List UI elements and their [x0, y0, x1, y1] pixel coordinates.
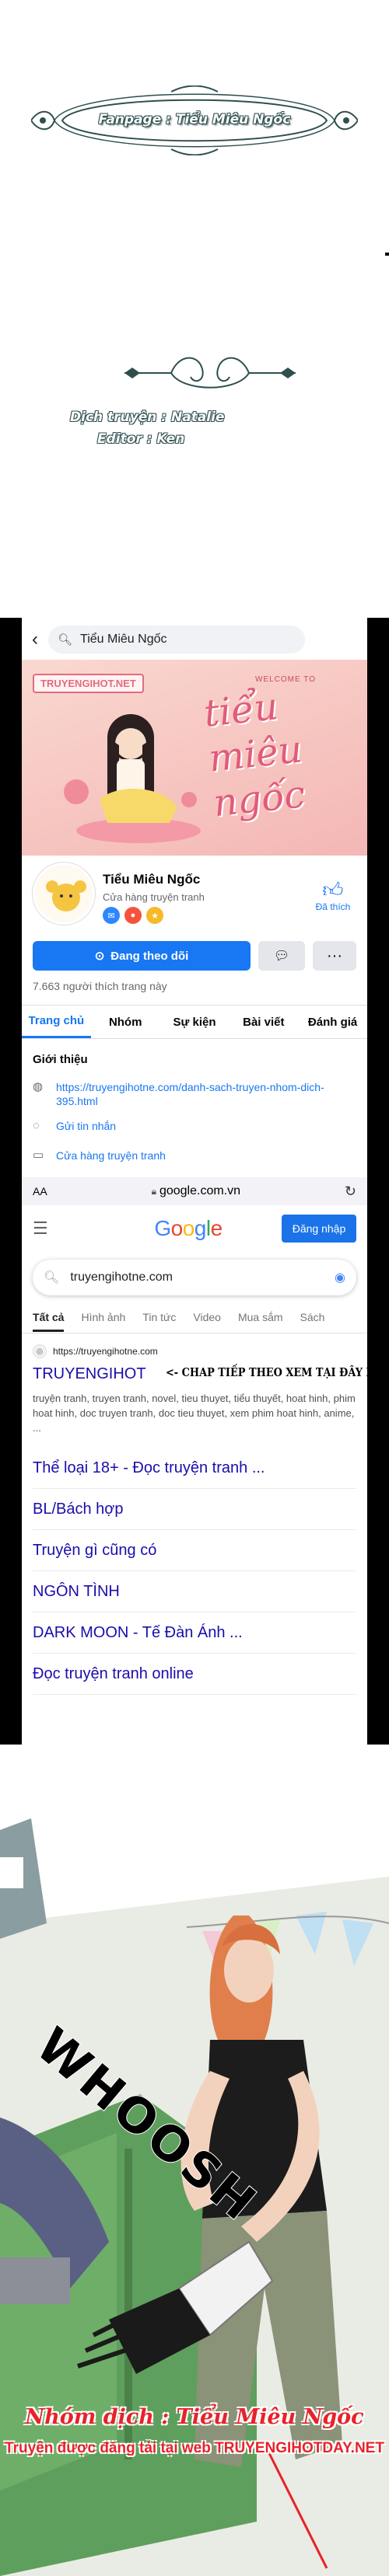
sitelink-item[interactable]: DARK MOON - Tế Đàn Ánh ... — [33, 1612, 356, 1654]
likes-count: 7.663 người thích trang này — [33, 980, 167, 992]
page-name: Tiểu Miêu Ngốc — [103, 872, 201, 887]
intro-category-link[interactable]: Cửa hàng truyện tranh — [56, 1149, 166, 1163]
globe-icon: ◍ — [33, 1080, 44, 1093]
google-signin-button[interactable]: Đăng nhập — [282, 1215, 356, 1243]
rss-icon: ⊙ — [94, 950, 105, 963]
google-result-tabs: Tất cả Hình ảnh Tin tức Video Mua sắm Sá… — [33, 1311, 324, 1332]
tab-posts[interactable]: Bài viết — [229, 1006, 298, 1038]
intro-heading: Giới thiệu — [33, 1053, 88, 1066]
fire-badge-icon: ● — [124, 907, 142, 924]
result-snippet: truyện tranh, truyen tranh, novel, tieu … — [33, 1393, 356, 1434]
tab-all[interactable]: Tất cả — [33, 1311, 65, 1332]
hamburger-menu-icon[interactable]: ☰ — [33, 1218, 79, 1239]
thumbs-up-icon: 👍︎ — [322, 878, 344, 901]
intro-message-link[interactable]: Gửi tin nhắn — [56, 1119, 116, 1133]
liked-label: Đã thích — [315, 901, 351, 912]
intro-website-link[interactable]: https://truyengihotne.com/danh-sach-truy… — [56, 1080, 359, 1108]
tab-video[interactable]: Video — [193, 1311, 221, 1332]
reload-icon[interactable]: ↻ — [345, 1183, 356, 1200]
translator-credit: Dịch truyện : Natalie — [70, 410, 225, 425]
tab-home[interactable]: Trang chủ — [22, 1006, 91, 1038]
messenger-badge-icon: ✉ — [103, 907, 120, 924]
tab-shopping[interactable]: Mua sắm — [238, 1311, 283, 1332]
divider-line — [385, 253, 389, 256]
lock-icon: 🔒︎ — [151, 1186, 156, 1197]
fanpage-label: Fanpage : Tiểu Miêu Ngốc — [98, 112, 291, 127]
google-search-input[interactable]: 🔍︎ truyengihotne.com ◉ — [33, 1260, 356, 1295]
cover-title: tiểu miêu ngốc — [202, 685, 307, 826]
following-button-label: Đang theo dõi — [110, 949, 189, 963]
google-query: truyengihotne.com — [70, 1271, 173, 1284]
intro-website-row[interactable]: ◍ https://truyengihotne.com/danh-sach-tr… — [33, 1080, 359, 1108]
result-url-row[interactable]: ◎ https://truyengihotne.com — [33, 1344, 158, 1358]
messenger-icon: 💬︎ — [273, 950, 290, 963]
site-favicon-icon: ◎ — [33, 1344, 47, 1358]
tab-news[interactable]: Tin tức — [142, 1311, 176, 1332]
result-url: https://truyengihotne.com — [53, 1346, 158, 1357]
browser-url-bar[interactable]: AA 🔒︎ google.com.vn ↻ — [22, 1177, 367, 1205]
more-button[interactable]: ··· — [313, 941, 356, 971]
back-arrow-icon[interactable]: ‹ — [22, 629, 48, 650]
tab-events[interactable]: Sự kiện — [160, 1006, 230, 1038]
sitelink-item[interactable]: Đọc truyện tranh online — [33, 1654, 356, 1695]
page-profile-picture[interactable] — [33, 863, 95, 925]
search-icon: 🔍︎ — [44, 1271, 60, 1285]
page-tabs: Trang chủ Nhóm Sự kiện Bài viết Đánh giá — [22, 1005, 367, 1039]
fanpage-banner: Fanpage : Tiểu Miêu Ngốc — [31, 85, 358, 155]
result-title-link[interactable]: TRUYENGIHOT — [33, 1365, 146, 1383]
intro-message-row[interactable]: ◌ Gửi tin nhắn — [33, 1119, 359, 1133]
messenger-small-icon: ◌ — [33, 1119, 40, 1132]
tab-reviews[interactable]: Đánh giá — [298, 1006, 367, 1038]
next-chapter-annotation: <- CHAP TIẾP THEO XEM TẠI ĐÂY NHA — [166, 1365, 367, 1379]
facebook-search-input[interactable]: 🔍︎ Tiểu Miêu Ngốc — [48, 626, 305, 654]
result-sitelinks: Thể loại 18+ - Đọc truyện tranh ... BL/B… — [33, 1448, 356, 1695]
translation-group-credit: Nhóm dịch : Tiểu Miêu Ngốc — [25, 2405, 364, 2429]
intro-category-row[interactable]: ▭ Cửa hàng truyện tranh — [33, 1149, 359, 1163]
editor-credit: Editor : Ken — [97, 431, 185, 447]
reader-aa-button[interactable]: AA — [33, 1185, 47, 1197]
folder-icon: ▭ — [33, 1149, 44, 1162]
credits-ornament — [124, 357, 296, 389]
google-logo[interactable]: Google — [79, 1216, 282, 1241]
sitelink-item[interactable]: BL/Bách hợp — [33, 1489, 356, 1530]
messenger-button[interactable]: 💬︎ — [258, 941, 305, 971]
page-badges: ✉ ● ★ — [103, 907, 163, 924]
tab-images[interactable]: Hình ảnh — [81, 1311, 125, 1332]
profile-illustration — [35, 865, 93, 922]
tab-books[interactable]: Sách — [300, 1311, 325, 1332]
more-dots-icon: ··· — [327, 946, 342, 964]
browser-url[interactable]: google.com.vn — [159, 1184, 240, 1197]
google-lens-icon[interactable]: ◉ — [335, 1270, 345, 1285]
sitelink-item[interactable]: Thể loại 18+ - Đọc truyện tranh ... — [33, 1448, 356, 1489]
facebook-search-query: Tiểu Miêu Ngốc — [80, 633, 167, 646]
following-button[interactable]: ⊙ Đang theo dõi — [33, 941, 251, 971]
tab-groups[interactable]: Nhóm — [91, 1006, 160, 1038]
star-badge-icon: ★ — [146, 907, 163, 924]
facebook-search-bar: ‹ 🔍︎ Tiểu Miêu Ngốc — [22, 622, 367, 657]
liked-indicator[interactable]: 👍︎ Đã thích — [310, 878, 356, 912]
cover-site-label: TRUYENGIHOT.NET — [33, 674, 144, 693]
page-category: Cửa hàng truyện tranh — [103, 891, 205, 903]
google-header: ☰ Google Đăng nhập — [22, 1205, 367, 1252]
comic-panel: WHOOSH Nhóm dịch : Tiểu Miêu Ngốc Truyện… — [0, 1745, 389, 2576]
sitelink-item[interactable]: Truyện gì cũng có — [33, 1530, 356, 1571]
search-icon: 🔍︎ — [58, 633, 73, 647]
cover-girl-illustration — [64, 714, 201, 843]
page-cover-photo[interactable]: TRUYENGIHOT.NET WELCOME TO tiểu miêu ngố… — [22, 660, 367, 856]
sitelink-item[interactable]: NGÔN TÌNH — [33, 1571, 356, 1612]
website-credit: Truyện được đăng tải tại web TRUYENGIHOT… — [5, 2440, 384, 2456]
phone-screenshot: ‹ 🔍︎ Tiểu Miêu Ngốc TRUYENGIHOT.NET WELC… — [0, 618, 389, 1745]
phone-screen: ‹ 🔍︎ Tiểu Miêu Ngốc TRUYENGIHOT.NET WELC… — [22, 618, 367, 1745]
